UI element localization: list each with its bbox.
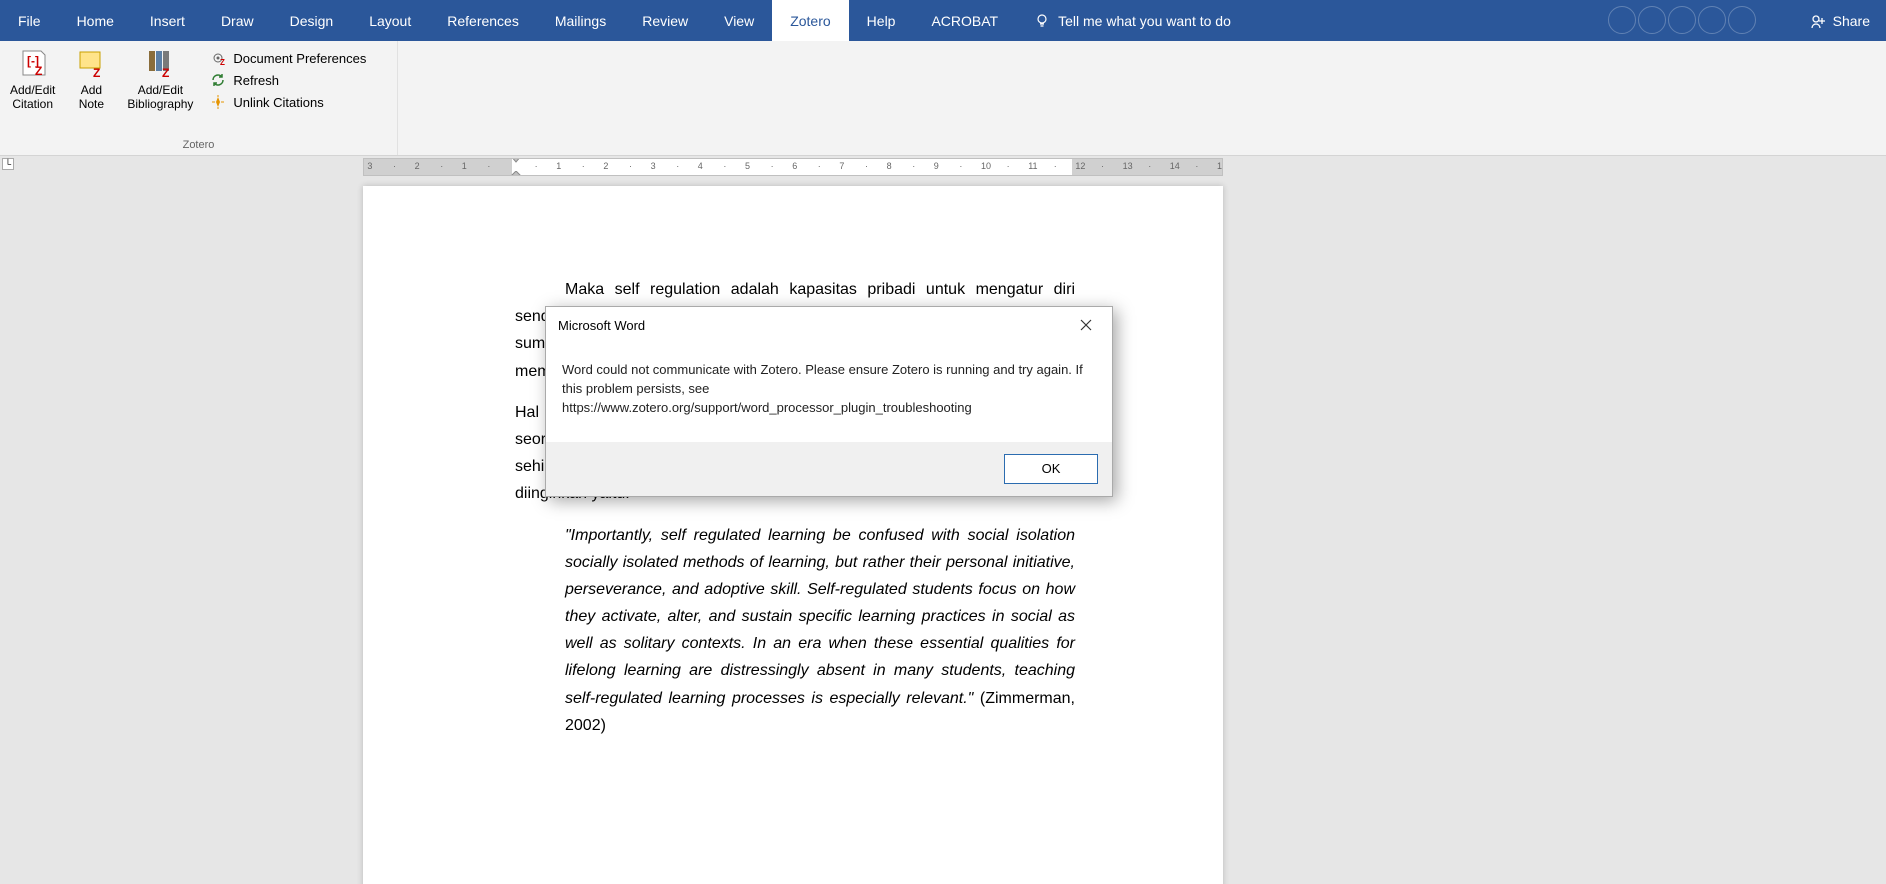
ruler-corner: └	[2, 158, 14, 170]
refresh-button[interactable]: Refresh	[209, 71, 366, 89]
btn-line2: Note	[79, 97, 104, 111]
ribbon: [-]Z Add/Edit Citation Z Add Note Z Add/…	[0, 41, 1886, 156]
dialog-titlebar[interactable]: Microsoft Word	[546, 307, 1112, 343]
page: Maka self regulation adalah kapasitas pr…	[363, 186, 1223, 884]
svg-text:Z: Z	[220, 58, 225, 66]
menubar: File Home Insert Draw Design Layout Refe…	[0, 0, 1886, 41]
dialog-footer: OK	[546, 442, 1112, 496]
dialog-title: Microsoft Word	[558, 318, 645, 333]
ruler-area: └ 3·2·1·1·2·3·4·5·6·7·8·9·10·11·12·13·14…	[0, 156, 1886, 178]
lightbulb-icon	[1034, 13, 1050, 29]
title-decoration	[1608, 6, 1756, 34]
document-area[interactable]: Maka self regulation adalah kapasitas pr…	[0, 178, 1886, 884]
btn-line1: Add/Edit	[10, 83, 55, 97]
share-button[interactable]: Share	[1793, 0, 1886, 41]
dialog-close-button[interactable]	[1072, 311, 1100, 339]
bibliography-icon: Z	[144, 47, 176, 79]
tab-layout[interactable]: Layout	[351, 0, 429, 41]
first-line-indent-marker[interactable]	[510, 158, 522, 163]
tab-review[interactable]: Review	[624, 0, 706, 41]
tab-help[interactable]: Help	[849, 0, 914, 41]
btn-label: Refresh	[233, 73, 279, 88]
close-icon	[1080, 319, 1092, 331]
document-preferences-button[interactable]: Z Document Preferences	[209, 49, 366, 67]
tab-view[interactable]: View	[706, 0, 772, 41]
citation-icon: [-]Z	[17, 47, 49, 79]
btn-line2: Bibliography	[127, 97, 193, 111]
ribbon-group-zotero: [-]Z Add/Edit Citation Z Add Note Z Add/…	[0, 41, 398, 155]
hanging-indent-marker[interactable]	[510, 171, 522, 176]
tab-references[interactable]: References	[429, 0, 537, 41]
block-quote: "Importantly, self regulated learning be…	[565, 522, 1075, 740]
unlink-citations-button[interactable]: Unlink Citations	[209, 93, 366, 111]
add-edit-citation-button[interactable]: [-]Z Add/Edit Citation	[6, 45, 59, 114]
tab-home[interactable]: Home	[59, 0, 132, 41]
tab-file[interactable]: File	[0, 0, 59, 41]
dialog-ok-button[interactable]: OK	[1004, 454, 1098, 484]
horizontal-ruler[interactable]: 3·2·1·1·2·3·4·5·6·7·8·9·10·11·12·13·14·1…	[363, 158, 1223, 176]
tab-mailings[interactable]: Mailings	[537, 0, 624, 41]
btn-label: Document Preferences	[233, 51, 366, 66]
note-icon: Z	[75, 47, 107, 79]
tell-me-label: Tell me what you want to do	[1058, 13, 1231, 29]
btn-label: Unlink Citations	[233, 95, 323, 110]
tab-zotero[interactable]: Zotero	[772, 0, 848, 41]
add-note-button[interactable]: Z Add Note	[71, 45, 111, 114]
tell-me-search[interactable]: Tell me what you want to do	[1016, 0, 1249, 41]
share-icon	[1809, 12, 1827, 30]
tab-insert[interactable]: Insert	[132, 0, 203, 41]
tab-acrobat[interactable]: ACROBAT	[913, 0, 1016, 41]
error-dialog: Microsoft Word Word could not communicat…	[545, 306, 1113, 497]
tab-draw[interactable]: Draw	[203, 0, 272, 41]
btn-line1: Add	[81, 83, 102, 97]
gear-icon: Z	[209, 49, 227, 67]
svg-text:Z: Z	[162, 66, 169, 79]
tab-design[interactable]: Design	[272, 0, 352, 41]
ribbon-group-label: Zotero	[6, 139, 391, 153]
add-edit-bibliography-button[interactable]: Z Add/Edit Bibliography	[123, 45, 197, 114]
refresh-icon	[209, 71, 227, 89]
share-label: Share	[1833, 13, 1870, 29]
unlink-icon	[209, 93, 227, 111]
dialog-message: Word could not communicate with Zotero. …	[546, 343, 1112, 442]
svg-text:Z: Z	[93, 66, 100, 79]
btn-line2: Citation	[12, 97, 53, 111]
btn-line1: Add/Edit	[138, 83, 183, 97]
svg-text:Z: Z	[35, 64, 42, 78]
